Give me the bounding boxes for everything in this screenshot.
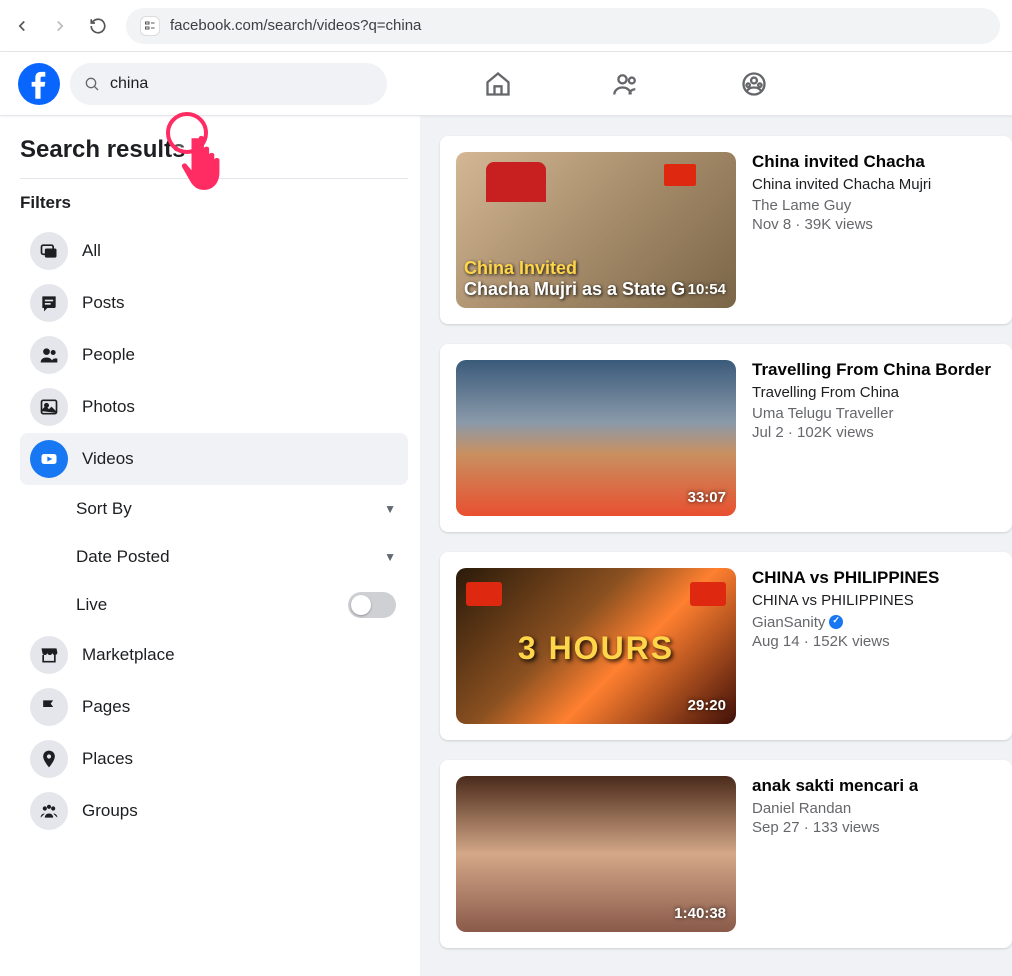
- filter-label: Marketplace: [82, 645, 175, 665]
- filter-all[interactable]: All: [20, 225, 408, 277]
- browser-forward-button[interactable]: [50, 16, 70, 36]
- browser-toolbar: facebook.com/search/videos?q=china: [0, 0, 1012, 52]
- search-box[interactable]: [70, 63, 387, 105]
- center-nav: [484, 70, 768, 98]
- video-meta: Travelling From China Border Travelling …: [752, 360, 991, 516]
- video-subtitle: Travelling From China: [752, 384, 991, 401]
- photos-icon: [30, 388, 68, 426]
- video-date-views: Sep 27 · 133 views: [752, 819, 918, 836]
- video-result[interactable]: China Invited Chacha Mujri as a State G …: [440, 136, 1012, 324]
- filter-marketplace[interactable]: Marketplace: [20, 629, 408, 681]
- sidebar: Search results Filters All Posts People …: [0, 116, 420, 976]
- date-posted-label: Date Posted: [76, 547, 170, 567]
- video-result[interactable]: 3 HOURS 29:20 CHINA vs PHILIPPINES CHINA…: [440, 552, 1012, 740]
- page-title: Search results: [20, 136, 408, 164]
- pages-icon: [30, 688, 68, 726]
- video-thumbnail[interactable]: 1:40:38: [456, 776, 736, 932]
- video-title[interactable]: CHINA vs PHILIPPINES: [752, 568, 939, 588]
- chevron-down-icon: ▼: [384, 550, 396, 564]
- filter-photos[interactable]: Photos: [20, 381, 408, 433]
- video-meta: China invited Chacha China invited Chach…: [752, 152, 931, 308]
- video-filter-options: Sort By ▼ Date Posted ▼ Live: [20, 485, 408, 629]
- video-date-views: Aug 14 · 152K views: [752, 633, 939, 650]
- search-icon: [84, 76, 100, 92]
- live-toggle[interactable]: [348, 592, 396, 618]
- live-toggle-row: Live: [76, 581, 408, 629]
- flag-icon: [690, 582, 726, 606]
- filter-label: Places: [82, 749, 133, 769]
- video-title[interactable]: China invited Chacha: [752, 152, 931, 172]
- flag-icon: [466, 582, 502, 606]
- all-icon: [30, 232, 68, 270]
- video-thumbnail[interactable]: China Invited Chacha Mujri as a State G …: [456, 152, 736, 308]
- divider: [20, 178, 408, 179]
- address-bar[interactable]: facebook.com/search/videos?q=china: [126, 8, 1000, 44]
- flag-icon: [664, 164, 696, 186]
- marketplace-icon: [30, 636, 68, 674]
- people-icon: [30, 336, 68, 374]
- search-input[interactable]: [110, 75, 373, 93]
- site-settings-icon[interactable]: [140, 16, 160, 36]
- groups-icon[interactable]: [740, 70, 768, 98]
- video-author[interactable]: The Lame Guy: [752, 197, 931, 214]
- friends-icon[interactable]: [612, 70, 640, 98]
- filter-pages[interactable]: Pages: [20, 681, 408, 733]
- content-area: Search results Filters All Posts People …: [0, 116, 1012, 976]
- chevron-down-icon: ▼: [384, 502, 396, 516]
- filter-places[interactable]: Places: [20, 733, 408, 785]
- video-thumbnail[interactable]: 3 HOURS 29:20: [456, 568, 736, 724]
- thumb-center-text: 3 HOURS: [456, 630, 736, 667]
- live-label: Live: [76, 595, 107, 615]
- verified-badge-icon: [829, 615, 843, 629]
- browser-back-button[interactable]: [12, 16, 32, 36]
- video-thumbnail[interactable]: 33:07: [456, 360, 736, 516]
- results-panel: China Invited Chacha Mujri as a State G …: [420, 116, 1012, 976]
- address-bar-url: facebook.com/search/videos?q=china: [170, 17, 421, 34]
- places-icon: [30, 740, 68, 778]
- video-title[interactable]: anak sakti mencari a: [752, 776, 918, 796]
- video-title[interactable]: Travelling From China Border: [752, 360, 991, 380]
- groups-filter-icon: [30, 792, 68, 830]
- filter-label: Photos: [82, 397, 135, 417]
- filter-label: Pages: [82, 697, 130, 717]
- sort-by-label: Sort By: [76, 499, 132, 519]
- filter-groups[interactable]: Groups: [20, 785, 408, 837]
- filter-label: Groups: [82, 801, 138, 821]
- video-duration: 29:20: [688, 697, 726, 714]
- filter-people[interactable]: People: [20, 329, 408, 381]
- video-duration: 10:54: [688, 281, 726, 298]
- filter-label: All: [82, 241, 101, 261]
- fb-header: [0, 52, 1012, 116]
- videos-icon: [30, 440, 68, 478]
- filter-label: People: [82, 345, 135, 365]
- video-date-views: Nov 8 · 39K views: [752, 216, 931, 233]
- filter-label: Posts: [82, 293, 125, 313]
- video-duration: 33:07: [688, 489, 726, 506]
- browser-reload-button[interactable]: [88, 16, 108, 36]
- filter-posts[interactable]: Posts: [20, 277, 408, 329]
- date-posted-dropdown[interactable]: Date Posted ▼: [76, 533, 408, 581]
- video-author[interactable]: GianSanity: [752, 613, 939, 631]
- video-author[interactable]: Daniel Randan: [752, 800, 918, 817]
- video-date-views: Jul 2 · 102K views: [752, 424, 991, 441]
- video-subtitle: China invited Chacha Mujri: [752, 176, 931, 193]
- filter-videos[interactable]: Videos: [20, 433, 408, 485]
- sort-by-dropdown[interactable]: Sort By ▼: [76, 485, 408, 533]
- video-meta: anak sakti mencari a Daniel Randan Sep 2…: [752, 776, 918, 932]
- facebook-logo[interactable]: [18, 63, 60, 105]
- video-meta: CHINA vs PHILIPPINES CHINA vs PHILIPPINE…: [752, 568, 939, 724]
- video-result[interactable]: 1:40:38 anak sakti mencari a Daniel Rand…: [440, 760, 1012, 948]
- video-subtitle: CHINA vs PHILIPPINES: [752, 592, 939, 609]
- video-duration: 1:40:38: [674, 905, 726, 922]
- posts-icon: [30, 284, 68, 322]
- filters-heading: Filters: [20, 193, 408, 213]
- home-icon[interactable]: [484, 70, 512, 98]
- video-author[interactable]: Uma Telugu Traveller: [752, 405, 991, 422]
- filter-label: Videos: [82, 449, 134, 469]
- thumb-decoration: [486, 162, 546, 202]
- video-result[interactable]: 33:07 Travelling From China Border Trave…: [440, 344, 1012, 532]
